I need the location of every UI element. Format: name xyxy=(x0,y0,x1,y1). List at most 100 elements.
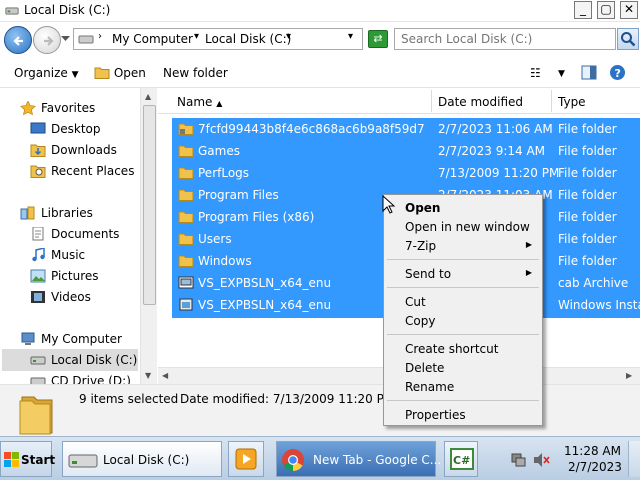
folder-icon xyxy=(178,189,194,201)
forward-button[interactable] xyxy=(33,26,61,54)
taskbar-media-player-button[interactable] xyxy=(228,441,264,477)
file-type: File folder xyxy=(558,232,617,246)
search-box[interactable] xyxy=(394,28,616,50)
taskbar-csharp-button[interactable]: C# xyxy=(444,441,478,477)
taskbar-explorer-button[interactable]: Local Disk (C:) xyxy=(62,441,222,477)
menu-item-properties[interactable]: Properties xyxy=(386,405,540,424)
organize-button[interactable]: Organize ▼ xyxy=(14,66,79,80)
desktop-icon xyxy=(30,122,46,134)
menu-item-send-to[interactable]: Send to ▶ xyxy=(386,264,540,283)
start-button[interactable]: Start xyxy=(0,441,55,477)
menu-open-label: Open xyxy=(405,201,441,215)
clock-date[interactable]: 2/7/2023 xyxy=(568,460,622,474)
chevron-right-icon[interactable]: › xyxy=(98,31,102,42)
nav-pictures-label: Pictures xyxy=(51,269,99,283)
column-header-name[interactable]: Name ▲ xyxy=(177,95,222,109)
nav-scroll-thumb[interactable] xyxy=(143,105,156,305)
file-type: File folder xyxy=(558,166,617,180)
menu-item-delete[interactable]: Delete xyxy=(386,358,540,377)
view-dropdown-icon[interactable]: ▼ xyxy=(558,69,565,79)
menu-separator xyxy=(387,334,539,335)
show-desktop-button[interactable] xyxy=(628,441,640,477)
address-box[interactable]: › My Computer ▾ Local Disk (C:) ▾ ▾ xyxy=(73,28,363,50)
folder-icon xyxy=(178,233,194,245)
selection-date-modified: Date modified: 7/13/2009 11:20 PM - 2 xyxy=(180,392,414,406)
drive-icon xyxy=(5,7,19,15)
menu-item-open[interactable]: Open xyxy=(386,198,540,217)
breadcrumb-my-computer[interactable]: My Computer xyxy=(112,32,193,46)
scroll-down-arrow-icon[interactable]: ▼ xyxy=(145,371,151,380)
clock-time[interactable]: 11:28 AM xyxy=(564,444,621,458)
folder-icon xyxy=(178,145,194,157)
column-divider[interactable] xyxy=(431,90,432,112)
refresh-button[interactable]: ⇄ xyxy=(368,30,388,48)
scroll-right-arrow-icon[interactable]: ▶ xyxy=(626,371,632,380)
back-button[interactable] xyxy=(4,26,32,54)
folder-icon xyxy=(178,211,194,223)
close-button[interactable]: ✕ xyxy=(620,1,638,19)
maximize-button[interactable]: ▢ xyxy=(597,1,615,19)
new-folder-button[interactable]: New folder xyxy=(163,66,228,80)
nav-documents-label: Documents xyxy=(51,227,120,241)
csharp-editor-icon: C# xyxy=(450,448,474,470)
view-options-icon[interactable]: ☷ xyxy=(530,66,541,80)
taskbar-explorer-label: Local Disk (C:) xyxy=(103,453,190,467)
menu-rename-label: Rename xyxy=(405,380,455,394)
menu-delete-label: Delete xyxy=(405,361,445,375)
search-input[interactable] xyxy=(395,29,595,49)
file-name: VS_EXPBSLN_x64_enu xyxy=(198,298,332,312)
file-date: 2/7/2023 11:06 AM xyxy=(438,122,553,136)
menu-item-cut[interactable]: Cut xyxy=(386,292,540,311)
file-name: Program Files (x86) xyxy=(198,210,315,224)
scroll-up-arrow-icon[interactable]: ▲ xyxy=(145,92,151,101)
open-button[interactable]: Open xyxy=(94,66,146,80)
recent-places-icon xyxy=(30,165,46,178)
folder-icon xyxy=(178,167,194,179)
preview-pane-icon[interactable] xyxy=(581,65,597,80)
column-header-date[interactable]: Date modified xyxy=(438,95,523,109)
scroll-left-arrow-icon[interactable]: ◀ xyxy=(162,371,168,380)
menu-item-7zip[interactable]: 7-Zip ▶ xyxy=(386,236,540,255)
file-row[interactable]: 7fcfd99443b8f4e6c868ac6b9a8f59d7 2/7/2023… xyxy=(172,118,640,140)
help-icon[interactable]: ? xyxy=(609,64,626,81)
column-divider[interactable] xyxy=(551,90,552,112)
nav-downloads-label: Downloads xyxy=(51,143,117,157)
address-history-dropdown-icon[interactable]: ▾ xyxy=(348,31,353,42)
menu-copy-label: Copy xyxy=(405,314,436,328)
drive-icon xyxy=(68,454,98,468)
command-bar: Organize ▼ Open New folder ☷ ▼ ? xyxy=(0,58,640,88)
chevron-down-icon[interactable]: ▾ xyxy=(194,31,199,42)
taskbar: Start Local Disk (C:) New Tab - Google C… xyxy=(0,436,640,480)
mouse-cursor-icon xyxy=(382,195,396,214)
menu-item-copy[interactable]: Copy xyxy=(386,311,540,330)
music-icon xyxy=(32,248,45,262)
menu-separator xyxy=(387,259,539,260)
menu-item-create-shortcut[interactable]: Create shortcut xyxy=(386,339,540,358)
recent-pages-dropdown-icon[interactable] xyxy=(61,36,70,42)
file-row[interactable]: Games 2/7/2023 9:14 AM File folder xyxy=(172,140,640,162)
system-tray: 11:28 AM 2/7/2023 xyxy=(504,441,640,477)
file-row[interactable]: PerfLogs 7/13/2009 11:20 PM File folder xyxy=(172,162,640,184)
menu-item-open-new-window[interactable]: Open in new window xyxy=(386,217,540,236)
address-bar: › My Computer ▾ Local Disk (C:) ▾ ▾ ⇄ xyxy=(0,22,640,58)
column-header-type[interactable]: Type xyxy=(558,95,586,109)
breadcrumb-local-disk[interactable]: Local Disk (C:) xyxy=(205,32,291,46)
file-type: File folder xyxy=(558,122,617,136)
open-label: Open xyxy=(113,66,146,80)
column-headers: Name ▲ Date modified Type xyxy=(158,88,640,114)
minimize-button[interactable]: _ xyxy=(574,1,592,19)
nav-cd-drive-label: CD Drive (D:) xyxy=(51,374,131,384)
menu-7zip-label: 7-Zip xyxy=(405,239,437,253)
volume-muted-icon[interactable] xyxy=(532,452,550,468)
search-button[interactable] xyxy=(617,28,639,50)
search-icon xyxy=(621,32,636,47)
menu-item-rename[interactable]: Rename xyxy=(386,377,540,396)
file-type: Windows Install xyxy=(558,298,640,312)
taskbar-chrome-button[interactable]: New Tab - Google C... xyxy=(276,441,441,477)
network-icon[interactable] xyxy=(510,452,526,468)
menu-properties-label: Properties xyxy=(405,408,466,422)
nav-scrollbar[interactable]: ▲ ▼ xyxy=(140,88,157,384)
drive-icon xyxy=(30,356,46,365)
forward-arrow-icon xyxy=(44,36,54,46)
chevron-down-icon[interactable]: ▾ xyxy=(286,31,291,42)
